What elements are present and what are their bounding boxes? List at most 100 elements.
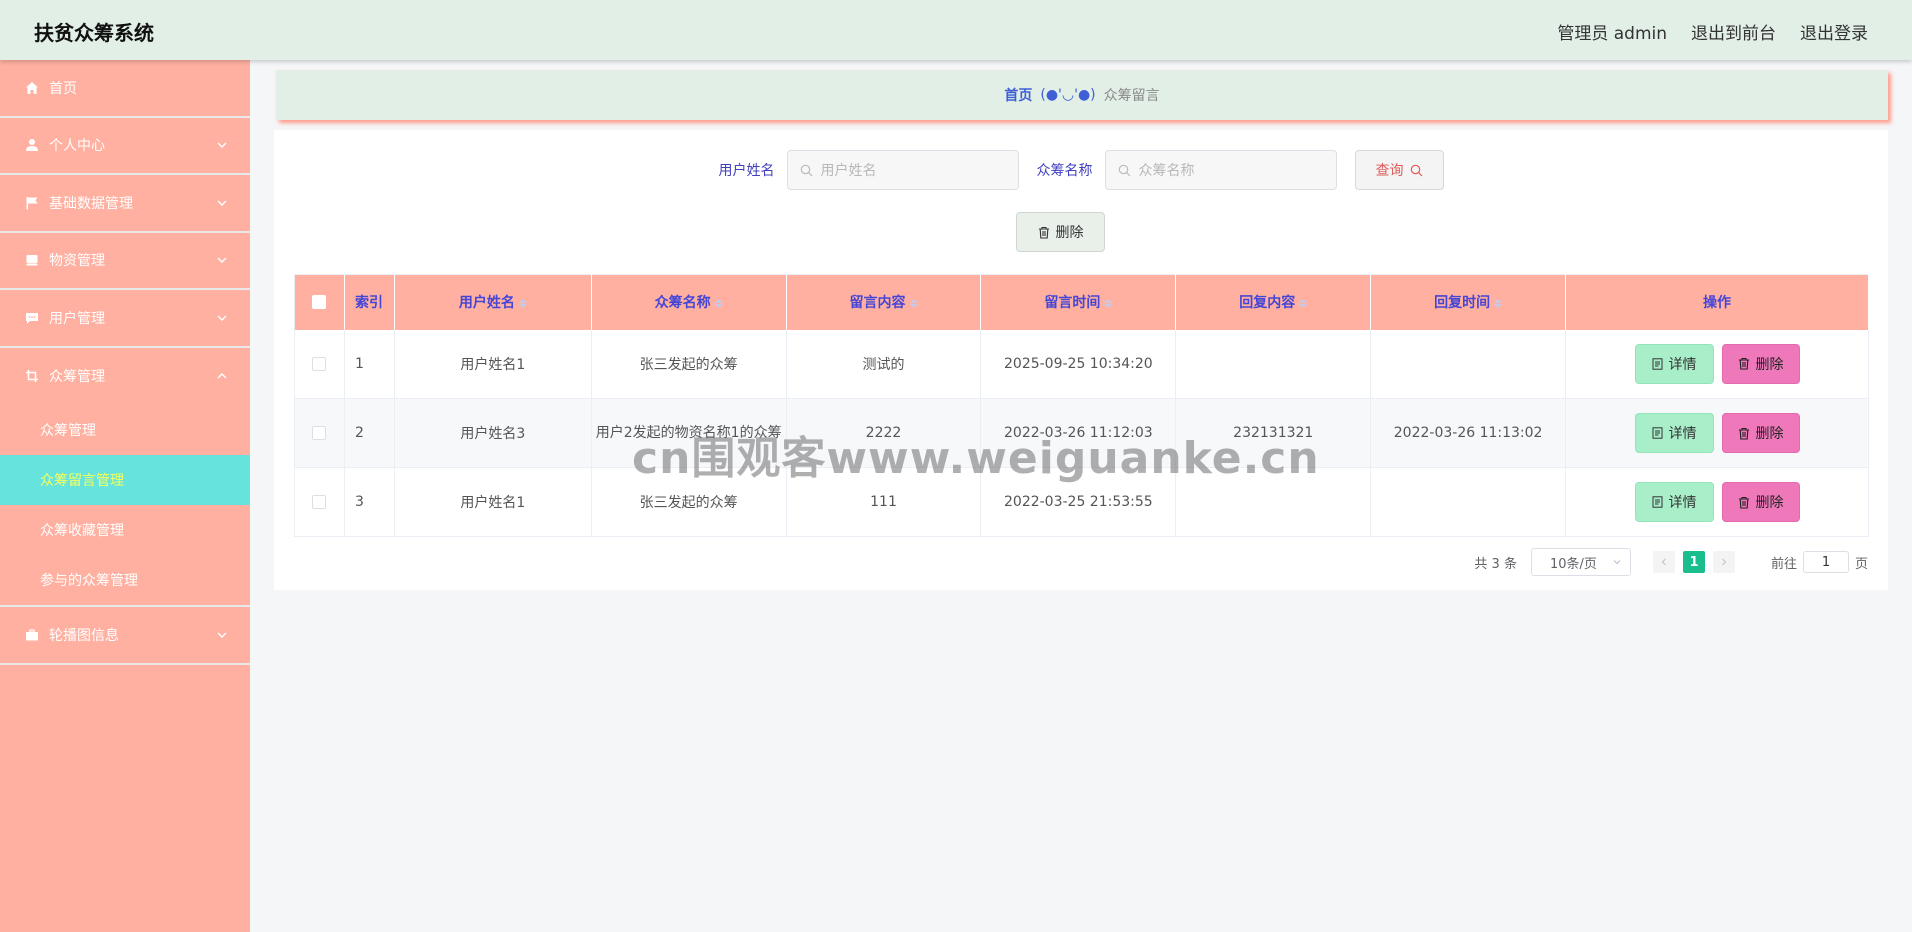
- detail-button[interactable]: 详情: [1634, 482, 1714, 522]
- column-header-label: 回复内容: [1239, 295, 1296, 312]
- submenu-crowdfunding-messages[interactable]: 众筹留言管理: [0, 455, 250, 505]
- cell-actions: 详情 删除: [1565, 398, 1869, 468]
- crowdfunding-submenu: 众筹管理 众筹留言管理 众筹收藏管理 参与的众筹管理: [0, 405, 250, 607]
- trash-icon: [1038, 226, 1049, 239]
- column-header-index: 索引: [344, 274, 395, 330]
- row-checkbox[interactable]: [312, 426, 327, 440]
- sidebar-item-supplies[interactable]: 物资管理: [0, 233, 250, 290]
- current-user: 管理员 admin: [1557, 24, 1667, 44]
- column-header-reply-time[interactable]: 回复时间: [1370, 274, 1567, 330]
- user-name-input[interactable]: 用户姓名: [786, 150, 1019, 190]
- column-header-message-time[interactable]: 留言时间: [980, 274, 1177, 330]
- sort-icon: [1299, 298, 1308, 308]
- cell-reply: 232131321: [1175, 398, 1372, 468]
- cell-actions: 详情 删除: [1565, 329, 1869, 399]
- sidebar-item-crowdfunding[interactable]: 众筹管理: [0, 348, 250, 406]
- chevron-down-icon: [217, 257, 227, 264]
- sidebar-item-basic-data[interactable]: 基础数据管理: [0, 175, 250, 233]
- sort-icon: [1104, 298, 1113, 308]
- table-header-row: 索引 用户姓名 众筹名称 留言内容 留言时间 回复内容 回复时间 操作: [294, 274, 1869, 330]
- submenu-crowdfunding-favorites[interactable]: 众筹收藏管理: [0, 505, 250, 555]
- batch-delete-label: 删除: [1055, 225, 1084, 241]
- table-row: 1 用户姓名1 张三发起的众筹 测试的 2025-09-25 10:34:20 …: [294, 329, 1869, 399]
- chevron-down-icon: [1613, 560, 1621, 565]
- page-number-current[interactable]: 1: [1682, 551, 1705, 573]
- delete-button[interactable]: 删除: [1721, 413, 1800, 453]
- page-jump-suffix: 页: [1854, 556, 1868, 572]
- column-header-label: 留言时间: [1044, 295, 1101, 312]
- sort-icon: [714, 298, 723, 308]
- cell-index: 1: [344, 329, 395, 399]
- sidebar-item-label: 个人中心: [49, 138, 105, 155]
- column-header-message[interactable]: 留言内容: [786, 274, 982, 330]
- chevron-down-icon: [217, 142, 227, 149]
- sidebar-item-profile[interactable]: 个人中心: [0, 118, 250, 175]
- sidebar-item-label: 首页: [49, 80, 77, 97]
- breadcrumb-home[interactable]: 首页: [1004, 85, 1032, 105]
- cell-actions: 详情 删除: [1565, 467, 1869, 537]
- document-icon: [1652, 358, 1663, 370]
- sidebar-item-label: 轮播图信息: [49, 627, 119, 644]
- exit-to-front-link[interactable]: 退出到前台: [1691, 19, 1776, 44]
- next-page-button[interactable]: [1712, 551, 1735, 573]
- user-name-placeholder: 用户姓名: [820, 163, 877, 179]
- project-name-placeholder: 众筹名称: [1138, 163, 1195, 179]
- chevron-left-icon: [1661, 558, 1666, 566]
- sort-icon: [1494, 298, 1503, 308]
- detail-button[interactable]: 详情: [1634, 343, 1714, 384]
- project-name-label: 众筹名称: [1036, 163, 1093, 179]
- cell-reply-time: [1370, 329, 1567, 399]
- user-icon: [24, 137, 40, 153]
- batch-delete-button[interactable]: 删除: [1016, 212, 1105, 252]
- page-jump-prefix: 前往: [1770, 556, 1797, 572]
- search-icon: [800, 164, 812, 176]
- submenu-joined-crowdfunding[interactable]: 参与的众筹管理: [0, 555, 250, 605]
- messages-table: 索引 用户姓名 众筹名称 留言内容 留言时间 回复内容 回复时间 操作 1 用户…: [294, 274, 1869, 537]
- page-size-select[interactable]: 10条/页: [1530, 548, 1631, 576]
- column-header-reply[interactable]: 回复内容: [1175, 274, 1372, 330]
- cell-user: 用户姓名1: [394, 329, 592, 399]
- project-name-input[interactable]: 众筹名称: [1104, 150, 1337, 190]
- app-title: 扶贫众筹系统: [34, 21, 154, 45]
- delete-button[interactable]: 删除: [1721, 343, 1800, 384]
- detail-button-label: 详情: [1668, 356, 1697, 373]
- query-button[interactable]: 查询: [1354, 150, 1444, 190]
- query-button-label: 查询: [1375, 163, 1404, 179]
- cell-project: 张三发起的众筹: [591, 329, 787, 399]
- cell-message: 测试的: [786, 329, 982, 399]
- cell-message-time: 2022-03-25 21:53:55: [980, 467, 1177, 537]
- logout-link[interactable]: 退出登录: [1800, 19, 1868, 44]
- sidebar-item-home[interactable]: 首页: [0, 60, 250, 118]
- submenu-crowdfunding-manage[interactable]: 众筹管理: [0, 405, 250, 455]
- document-icon: [1652, 496, 1663, 508]
- page-jump-input[interactable]: 1: [1802, 551, 1849, 573]
- sidebar-item-users[interactable]: 用户管理: [0, 290, 250, 348]
- chevron-down-icon: [217, 200, 227, 206]
- detail-button[interactable]: 详情: [1634, 413, 1714, 453]
- chevron-up-icon: [217, 373, 227, 379]
- sidebar-item-carousel[interactable]: 轮播图信息: [0, 607, 250, 665]
- cell-index: 2: [344, 398, 395, 468]
- column-header-label: 用户姓名: [458, 295, 515, 312]
- briefcase-icon: [24, 627, 40, 643]
- sidebar-item-label: 用户管理: [49, 310, 105, 327]
- row-checkbox[interactable]: [312, 356, 327, 371]
- delete-button[interactable]: 删除: [1721, 482, 1800, 522]
- breadcrumb: 首页 (●'◡'●) 众筹留言: [276, 70, 1888, 120]
- sidebar-item-label: 众筹管理: [49, 369, 105, 386]
- column-header-project[interactable]: 众筹名称: [591, 274, 787, 330]
- column-header-user[interactable]: 用户姓名: [394, 274, 592, 330]
- user-name-label: 用户姓名: [718, 163, 775, 179]
- select-all-checkbox[interactable]: [312, 295, 327, 310]
- chevron-down-icon: [217, 315, 227, 321]
- row-checkbox[interactable]: [312, 495, 327, 509]
- sort-icon: [909, 298, 918, 308]
- cell-user: 用户姓名1: [394, 467, 592, 537]
- sidebar-item-label: 基础数据管理: [49, 195, 133, 212]
- delete-button-label: 删除: [1755, 426, 1784, 442]
- page-jump: 前往 1 页: [1771, 551, 1868, 573]
- table-row: 2 用户姓名3 用户2发起的物资名称1的众筹 2222 2022-03-26 1…: [294, 398, 1869, 468]
- prev-page-button[interactable]: [1652, 551, 1675, 573]
- flag-icon: [24, 195, 40, 211]
- column-header-label: 回复时间: [1434, 295, 1491, 312]
